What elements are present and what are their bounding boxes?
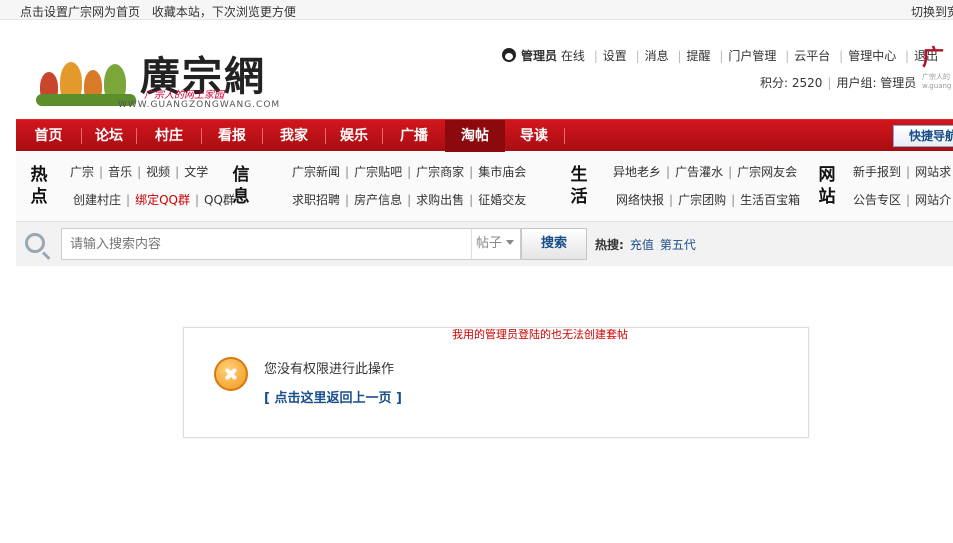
back-link[interactable]: [ 点击这里返回上一页 ] [264, 387, 402, 406]
link-ads-chat[interactable]: 广告灌水 [675, 165, 723, 179]
user-bar: 管理员 在线 | 设置 | 消息 | 提醒 | 门户管理 | 云平台 | 管理中心 | 退出 [502, 46, 938, 64]
main-nav: 首页 论坛 村庄 看报 我家 娱乐 广播 淘帖 导读 快捷导航 [16, 119, 953, 152]
search-bar: 帖子 搜索 热搜:充值第五代 [16, 222, 953, 266]
nav-item-myhome[interactable]: 我家 [263, 120, 325, 152]
link-newbie-checkin[interactable]: 新手报到 [853, 165, 901, 179]
nav-item-collections[interactable]: 淘帖 [445, 120, 505, 152]
cloud-platform-link[interactable]: 云平台 [794, 49, 830, 63]
messages-link[interactable]: 消息 [645, 49, 669, 63]
category-info: 信息 [232, 165, 250, 207]
search-button[interactable]: 搜索 [521, 228, 587, 260]
link-jobs[interactable]: 求职招聘 [292, 193, 340, 207]
username-link[interactable]: 管理员 [521, 49, 557, 63]
link-buy-sell[interactable]: 求购出售 [416, 193, 464, 207]
top-bar: 点击设置广宗网为首页 收藏本站，下次浏览更方便 切换到宽 [0, 0, 953, 20]
nav-item-guide[interactable]: 导读 [505, 120, 563, 152]
link-group-buy[interactable]: 广宗团购 [678, 193, 726, 207]
annotation-note: 我用的管理员登陆的也无法创建套帖 [452, 328, 628, 341]
quick-nav-button[interactable]: 快捷导航 [893, 125, 953, 147]
link-site-intro[interactable]: 网站介 [915, 193, 951, 207]
hot-keyword[interactable]: 充值 [630, 238, 654, 252]
link-gz-merchants[interactable]: 广宗商家 [416, 165, 464, 179]
link-video[interactable]: 视频 [146, 165, 170, 179]
hot-keyword[interactable]: 第五代 [660, 238, 696, 252]
nav-item-forum[interactable]: 论坛 [82, 120, 136, 152]
link-site-help[interactable]: 网站求 [915, 165, 951, 179]
link-announcements[interactable]: 公告专区 [853, 193, 901, 207]
error-message-text: 您没有权限进行此操作 [264, 362, 395, 377]
switch-width-link[interactable]: 切换到宽 [911, 3, 953, 20]
user-group[interactable]: 用户组: 管理员 [836, 76, 916, 90]
user-points[interactable]: 积分: 2520 [760, 76, 822, 90]
hot-searches: 热搜: 充值 第五代 [595, 238, 696, 252]
category-site: 网站 [818, 165, 836, 207]
nav-item-village[interactable]: 村庄 [137, 120, 201, 152]
admin-center-link[interactable]: 管理中心 [848, 49, 896, 63]
logo-url: WWW.GUANGZONGWANG.COM [118, 100, 281, 110]
link-create-village[interactable]: 创建村庄 [73, 193, 121, 207]
logo-slogan: 广宗人的网上家园 [144, 90, 224, 101]
user-info: 积分: 2520 | 用户组: 管理员 [760, 76, 917, 90]
nav-item-home[interactable]: 首页 [16, 120, 81, 152]
link-market-fair[interactable]: 集市庙会 [478, 165, 526, 179]
link-guangzong[interactable]: 广宗 [70, 165, 94, 179]
link-music[interactable]: 音乐 [108, 165, 132, 179]
category-hot: 热点 [30, 165, 48, 207]
link-gz-news[interactable]: 广宗新闻 [292, 165, 340, 179]
qq-penguin-icon [502, 48, 516, 62]
search-input[interactable] [61, 228, 472, 260]
user-status: 在线 [560, 49, 585, 63]
search-icon [25, 233, 45, 253]
set-homepage-link[interactable]: 点击设置广宗网为首页 [20, 5, 140, 19]
link-net-bulletin[interactable]: 网络快报 [616, 193, 664, 207]
corner-logo[interactable]: 广 广宗人的 w.guang [922, 40, 953, 96]
link-life-toolbox[interactable]: 生活百宝箱 [740, 193, 800, 207]
link-literature[interactable]: 文学 [184, 165, 208, 179]
link-bind-qq-group[interactable]: 绑定QQ群 [135, 193, 190, 207]
site-logo[interactable]: 廣宗網 广宗人的网上家园 WWW.GUANGZONGWANG.COM [16, 30, 283, 112]
error-icon [214, 357, 248, 391]
link-gz-tieba[interactable]: 广宗贴吧 [354, 165, 402, 179]
nav-item-entertainment[interactable]: 娱乐 [326, 120, 382, 152]
reminders-link[interactable]: 提醒 [687, 49, 711, 63]
nav-item-broadcast[interactable]: 广播 [383, 120, 445, 152]
bookmark-link[interactable]: 收藏本站，下次浏览更方便 [152, 5, 296, 19]
link-real-estate[interactable]: 房产信息 [354, 193, 402, 207]
nav-item-news[interactable]: 看报 [202, 120, 262, 152]
category-life: 生活 [570, 165, 588, 207]
chevron-down-icon [506, 240, 515, 245]
settings-link[interactable]: 设置 [603, 49, 627, 63]
search-type-select[interactable]: 帖子 [471, 228, 521, 260]
link-fellow-townsmen[interactable]: 异地老乡 [613, 165, 661, 179]
link-dating[interactable]: 征婚交友 [478, 193, 526, 207]
error-message-box: 您没有权限进行此操作 [ 点击这里返回上一页 ] [183, 327, 809, 438]
link-netizen-club[interactable]: 广宗网友会 [737, 165, 797, 179]
portal-admin-link[interactable]: 门户管理 [728, 49, 776, 63]
link-panel: 热点 广宗 | 音乐 | 视频 | 文学 创建村庄 | 绑定QQ群 | QQ群 信息 广宗新闻 | 广宗… [16, 152, 953, 222]
